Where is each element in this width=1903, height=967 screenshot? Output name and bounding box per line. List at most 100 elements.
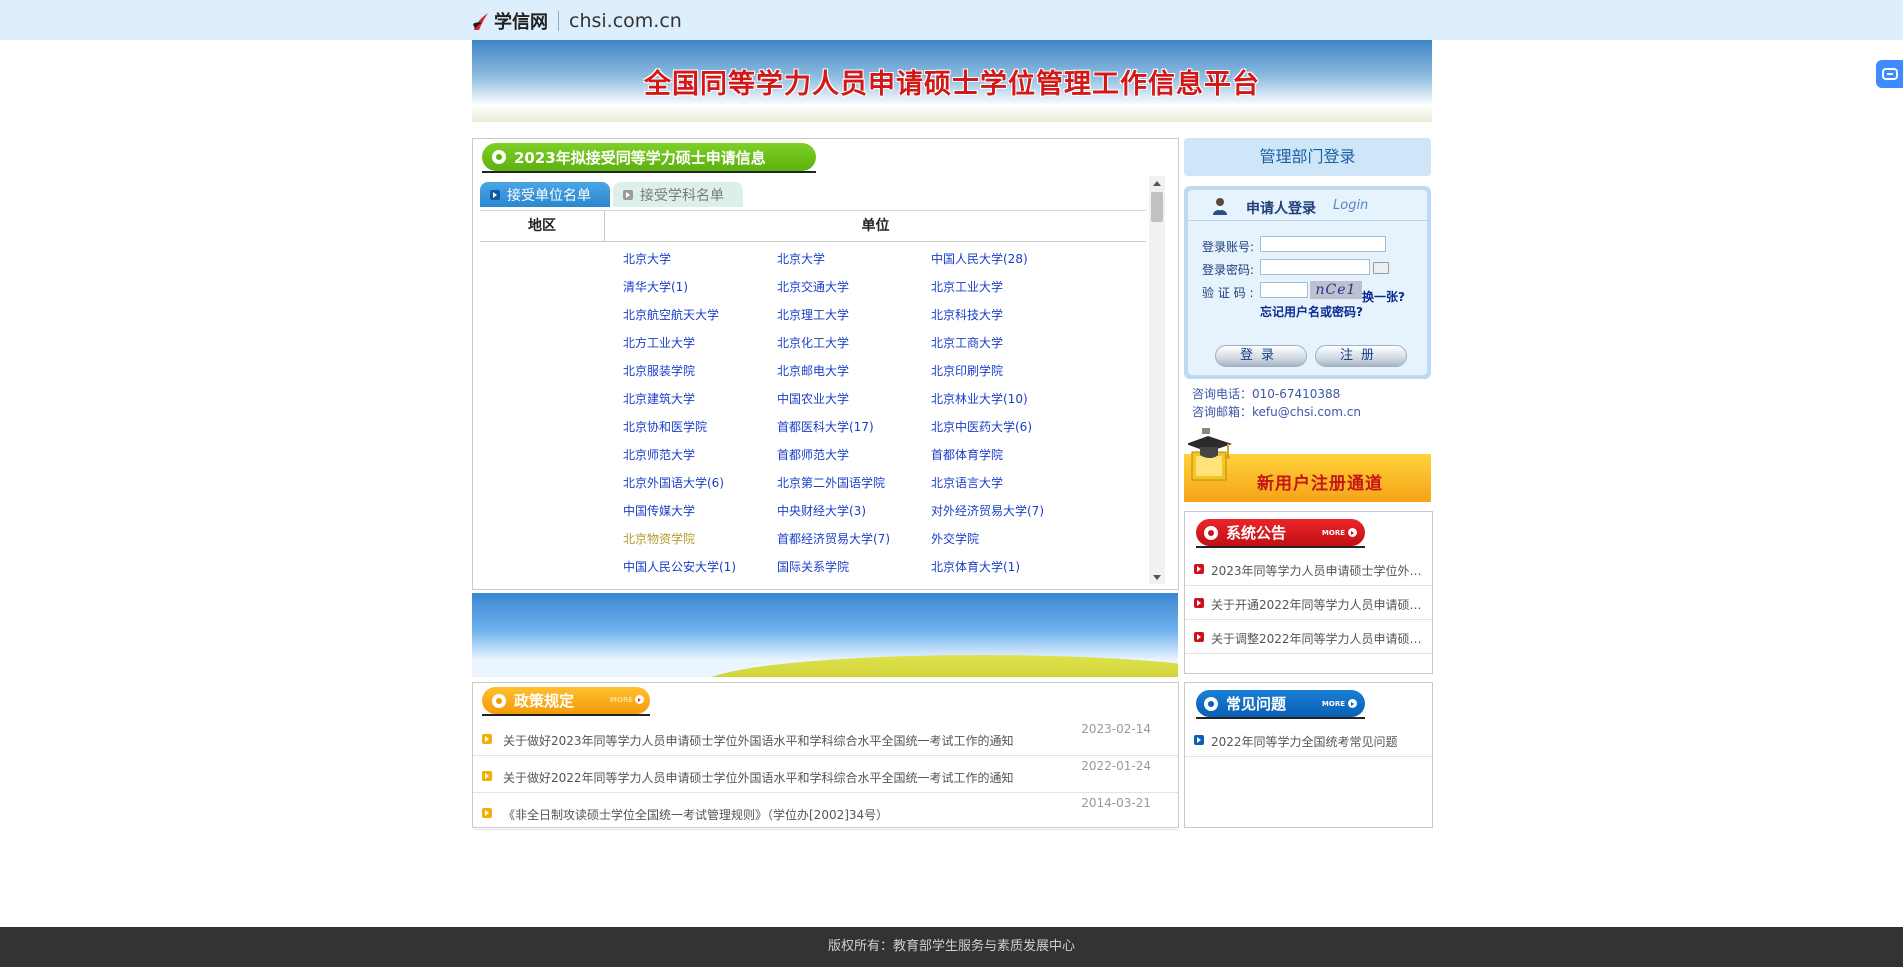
unit-link[interactable]: 北京建筑大学 xyxy=(623,385,777,413)
tab-subjects-label: 接受学科名单 xyxy=(640,187,724,204)
unit-link[interactable]: 北京师范大学 xyxy=(623,441,777,469)
side-list-item-title[interactable]: 2023年同等学力人员申请硕士学位外国语水平和学科综合水平全国统一考试 xyxy=(1211,562,1425,579)
unit-link[interactable]: 清华大学(1) xyxy=(623,273,777,301)
unit-link[interactable]: 中国人民公安大学(1) xyxy=(623,553,777,581)
unit-link[interactable]: 北京体育大学(1) xyxy=(931,553,1131,581)
soft-keyboard-icon[interactable] xyxy=(1373,262,1389,274)
side-list-item-title[interactable]: 关于调整2022年同等学力人员申请硕士学位 xyxy=(1211,630,1425,647)
unit-link[interactable]: 北京大学 xyxy=(777,245,931,273)
policy-title-text: 政策规定 xyxy=(514,692,575,710)
unit-link[interactable]: 首都师范大学 xyxy=(777,441,931,469)
unit-link[interactable]: 北京大学 xyxy=(623,245,777,273)
arrow-right-icon xyxy=(1348,528,1357,537)
side-list-item[interactable]: 2022年同等学力全国统考常见问题 xyxy=(1185,723,1432,757)
unit-link[interactable]: 对外经济贸易大学(7) xyxy=(931,497,1131,525)
refresh-captcha-link[interactable]: 换一张? xyxy=(1362,288,1405,305)
more-link[interactable]: MORE xyxy=(1322,528,1357,537)
unit-link[interactable]: 首都经济贸易大学(7) xyxy=(777,525,931,553)
units-list: 北京大学 北京大学 中国人民大学(28) 清华大学(1) 北京交通大学 北京工业大学 北京航… xyxy=(623,245,1143,581)
side-list-item[interactable]: 关于调整2022年同等学力人员申请硕士学位 xyxy=(1185,620,1432,654)
unit-link[interactable]: 中国人民大学(28) xyxy=(931,245,1131,273)
unit-link[interactable]: 中国农业大学 xyxy=(777,385,931,413)
faq-title-text: 常见问题 xyxy=(1226,695,1287,713)
policy-panel: 政策规定 MORE 关于做好2023年同等学力人员申请硕士学位外国语水平和学科综… xyxy=(472,682,1179,830)
unit-link[interactable]: 北京中医药大学(6) xyxy=(931,413,1131,441)
scroll-down-icon[interactable] xyxy=(1149,570,1165,584)
bullet-arrow-icon xyxy=(482,808,492,818)
captcha-image[interactable]: nCe1 xyxy=(1310,281,1362,299)
scroll-thumb[interactable] xyxy=(1151,192,1163,222)
tab-units[interactable]: 接受单位名单 xyxy=(480,182,610,207)
register-button[interactable]: 注册 xyxy=(1315,345,1407,367)
policy-item-date: 2014-03-21 xyxy=(1081,796,1151,810)
more-label: MORE xyxy=(1321,528,1345,537)
captcha-input[interactable] xyxy=(1260,282,1308,298)
side-list-item-title[interactable]: 2022年同等学力全国统考常见问题 xyxy=(1211,733,1425,750)
hill-graphic xyxy=(702,655,1178,677)
unit-link[interactable]: 北京理工大学 xyxy=(777,301,931,329)
platform-title: 全国同等学力人员申请硕士学位管理工作信息平台 xyxy=(644,69,1260,100)
policy-item-date: 2023-02-14 xyxy=(1081,722,1151,736)
logo-divider xyxy=(558,11,559,31)
unit-link[interactable]: 北京服装学院 xyxy=(623,357,777,385)
unit-link[interactable]: 北方工业大学 xyxy=(623,329,777,357)
unit-link[interactable]: 外交学院 xyxy=(931,525,1131,553)
unit-link[interactable]: 北京工商大学 xyxy=(931,329,1131,357)
unit-link[interactable]: 北京外国语大学(6) xyxy=(623,469,777,497)
site-logo-link[interactable]: 学信网 chsi.com.cn xyxy=(471,8,682,34)
password-input[interactable] xyxy=(1260,259,1370,275)
unit-link[interactable]: 北京航空航天大学 xyxy=(623,301,777,329)
unit-link[interactable]: 北京工业大学 xyxy=(931,273,1131,301)
unit-link[interactable]: 首都体育学院 xyxy=(931,441,1131,469)
unit-link[interactable]: 国际关系学院 xyxy=(777,553,931,581)
page-banner: 全国同等学力人员申请硕士学位管理工作信息平台 xyxy=(472,40,1432,122)
bullet-arrow-icon xyxy=(1194,735,1204,745)
unit-link[interactable]: 北京林业大学(10) xyxy=(931,385,1131,413)
title-underline xyxy=(482,171,816,173)
login-button[interactable]: 登录 xyxy=(1215,345,1307,367)
admin-login-button[interactable]: 管理部门登录 xyxy=(1184,138,1431,176)
floating-service-icon[interactable] xyxy=(1876,60,1903,88)
title-underline xyxy=(482,714,650,716)
policy-item[interactable]: 关于做好2023年同等学力人员申请硕士学位外国语水平和学科综合水平全国统一考试工… xyxy=(473,719,1178,756)
side-list-item[interactable]: 关于开通2022年同等学力人员申请硕士学位 xyxy=(1185,586,1432,620)
bullet-arrow-icon xyxy=(1194,632,1204,642)
notice-title[interactable]: 系统公告 MORE xyxy=(1196,519,1365,546)
policy-item-title[interactable]: 关于做好2022年同等学力人员申请硕士学位外国语水平和学科综合水平全国统一考试工… xyxy=(503,769,1014,786)
policy-item-date: 2022-01-24 xyxy=(1081,759,1151,773)
policy-title[interactable]: 政策规定 MORE xyxy=(482,687,650,714)
policy-item[interactable]: 《非全日制攻读硕士学位全国统一考试管理规则》（学位办[2002]34号） 2014… xyxy=(473,793,1178,830)
policy-item-title[interactable]: 《非全日制攻读硕士学位全国统一考试管理规则》（学位办[2002]34号） xyxy=(503,806,888,823)
apply-info-title-text: 2023年拟接受同等学力硕士申请信息 xyxy=(514,148,766,167)
unit-link[interactable]: 北京印刷学院 xyxy=(931,357,1131,385)
link-icon xyxy=(1881,68,1898,80)
unit-link[interactable]: 北京语言大学 xyxy=(931,469,1131,497)
unit-link[interactable]: 北京协和医学院 xyxy=(623,413,777,441)
notice-title-text: 系统公告 xyxy=(1226,524,1287,542)
unit-link[interactable]: 北京邮电大学 xyxy=(777,357,931,385)
policy-item[interactable]: 关于做好2022年同等学力人员申请硕士学位外国语水平和学科综合水平全国统一考试工… xyxy=(473,756,1178,793)
scroll-up-icon[interactable] xyxy=(1149,176,1165,190)
unit-link[interactable]: 北京第二外国语学院 xyxy=(777,469,931,497)
title-underline xyxy=(1196,546,1365,548)
unit-link[interactable]: 北京交通大学 xyxy=(777,273,931,301)
side-list-item[interactable]: 2023年同等学力人员申请硕士学位外国语水平和学科综合水平全国统一考试 xyxy=(1185,552,1432,586)
new-user-register-channel[interactable]: 新用户注册通道 xyxy=(1184,418,1431,502)
forgot-password-link[interactable]: 忘记用户名或密码? xyxy=(1260,303,1363,320)
faq-title[interactable]: 常见问题 MORE xyxy=(1196,690,1365,717)
unit-link[interactable]: 北京科技大学 xyxy=(931,301,1131,329)
more-link[interactable]: MORE xyxy=(1322,699,1357,708)
tab-subjects[interactable]: 接受学科名单 xyxy=(613,182,743,207)
more-link[interactable]: MORE xyxy=(610,695,644,704)
unit-link[interactable]: 北京物资学院 xyxy=(623,525,777,553)
contact-phone: 咨询电话：010-67410388 xyxy=(1192,387,1341,401)
unit-link[interactable]: 首都医科大学(17) xyxy=(777,413,931,441)
brand-domain: chsi.com.cn xyxy=(569,10,682,32)
unit-link[interactable]: 北京化工大学 xyxy=(777,329,931,357)
account-input[interactable] xyxy=(1260,236,1386,252)
units-scrollbar[interactable] xyxy=(1149,176,1165,584)
unit-link[interactable]: 中国传媒大学 xyxy=(623,497,777,525)
unit-link[interactable]: 中央财经大学(3) xyxy=(777,497,931,525)
side-list-item-title[interactable]: 关于开通2022年同等学力人员申请硕士学位 xyxy=(1211,596,1425,613)
policy-item-title[interactable]: 关于做好2023年同等学力人员申请硕士学位外国语水平和学科综合水平全国统一考试工… xyxy=(503,732,1014,749)
